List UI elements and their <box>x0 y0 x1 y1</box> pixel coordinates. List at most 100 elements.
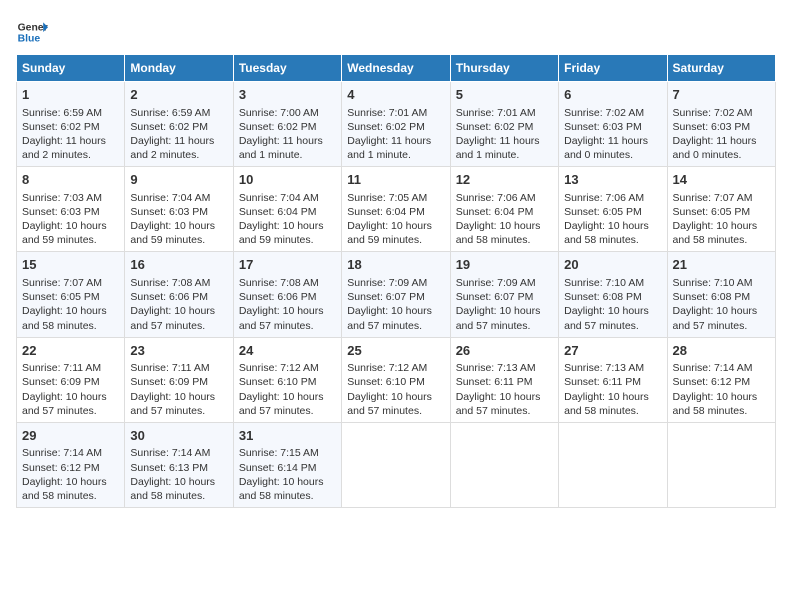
sunset: Sunset: 6:03 PM <box>673 121 751 133</box>
day-number: 15 <box>22 256 119 274</box>
week-row-2: 8Sunrise: 7:03 AMSunset: 6:03 PMDaylight… <box>17 167 776 252</box>
col-header-sunday: Sunday <box>17 55 125 82</box>
day-cell <box>450 422 558 507</box>
daylight-label: Daylight: 10 hours and 58 minutes. <box>239 476 324 502</box>
daylight-label: Daylight: 10 hours and 57 minutes. <box>239 305 324 331</box>
day-number: 25 <box>347 342 444 360</box>
sunset: Sunset: 6:02 PM <box>347 121 425 133</box>
day-number: 18 <box>347 256 444 274</box>
sunrise: Sunrise: 7:14 AM <box>130 447 210 459</box>
day-number: 5 <box>456 86 553 104</box>
col-header-monday: Monday <box>125 55 233 82</box>
daylight-label: Daylight: 10 hours and 58 minutes. <box>564 220 649 246</box>
day-cell: 27 Sunrise: 7:13 AM Sunset: 6:11 PM Dayligh… <box>559 337 667 422</box>
sunrise: Sunrise: 7:07 AM <box>673 192 753 204</box>
daylight-label: Daylight: 10 hours and 59 minutes. <box>347 220 432 246</box>
daylight-label: Daylight: 10 hours and 57 minutes. <box>456 391 541 417</box>
daylight-label: Daylight: 10 hours and 57 minutes. <box>239 391 324 417</box>
sunrise: Sunrise: 7:02 AM <box>564 107 644 119</box>
sunset: Sunset: 6:02 PM <box>239 121 317 133</box>
daylight-label: Daylight: 10 hours and 57 minutes. <box>22 391 107 417</box>
sunset: Sunset: 6:02 PM <box>130 121 208 133</box>
day-cell: 29Sunrise: 7:14 AMSunset: 6:12 PMDayligh… <box>17 422 125 507</box>
sunset: Sunset: 6:05 PM <box>22 291 100 303</box>
sunrise: Sunrise: 7:08 AM <box>130 277 210 289</box>
week-row-4: 22Sunrise: 7:11 AMSunset: 6:09 PMDayligh… <box>17 337 776 422</box>
sunrise: Sunrise: 7:10 AM <box>673 277 753 289</box>
sunrise: Sunrise: 7:12 AM <box>347 362 427 374</box>
sunrise: Sunrise: 7:00 AM <box>239 107 319 119</box>
logo-icon: General Blue <box>16 16 48 48</box>
day-cell: 21Sunrise: 7:10 AMSunset: 6:08 PMDayligh… <box>667 252 775 337</box>
day-cell: 16Sunrise: 7:08 AMSunset: 6:06 PMDayligh… <box>125 252 233 337</box>
day-cell: 19Sunrise: 7:09 AMSunset: 6:07 PMDayligh… <box>450 252 558 337</box>
sunrise: Sunrise: 7:09 AM <box>456 277 536 289</box>
sunrise: Sunrise: 7:13 AM <box>564 362 644 374</box>
col-header-tuesday: Tuesday <box>233 55 341 82</box>
day-number: 30 <box>130 427 227 445</box>
col-header-thursday: Thursday <box>450 55 558 82</box>
week-row-5: 29Sunrise: 7:14 AMSunset: 6:12 PMDayligh… <box>17 422 776 507</box>
header: General Blue <box>16 16 776 48</box>
sunset: Sunset: 6:05 PM <box>673 206 751 218</box>
sunset: Sunset: 6:03 PM <box>22 206 100 218</box>
logo: General Blue <box>16 16 48 48</box>
sunrise: Sunrise: 7:06 AM <box>564 192 644 204</box>
sunrise: Sunrise: 7:01 AM <box>347 107 427 119</box>
day-number: 8 <box>22 171 119 189</box>
day-cell: 26Sunrise: 7:13 AMSunset: 6:11 PMDayligh… <box>450 337 558 422</box>
day-number: 22 <box>22 342 119 360</box>
daylight-label: Daylight: 10 hours and 58 minutes. <box>456 220 541 246</box>
day-cell: 18Sunrise: 7:09 AMSunset: 6:07 PMDayligh… <box>342 252 450 337</box>
week-row-3: 15Sunrise: 7:07 AMSunset: 6:05 PMDayligh… <box>17 252 776 337</box>
daylight-label: Daylight: 10 hours and 58 minutes. <box>22 476 107 502</box>
sunrise: Sunrise: 6:59 AM <box>130 107 210 119</box>
day-number: 31 <box>239 427 336 445</box>
day-cell: 7 Sunrise: 7:02 AM Sunset: 6:03 PM Daylight… <box>667 82 775 167</box>
day-number: 16 <box>130 256 227 274</box>
day-cell: 17Sunrise: 7:08 AMSunset: 6:06 PMDayligh… <box>233 252 341 337</box>
sunrise: Sunrise: 7:13 AM <box>456 362 536 374</box>
sunset: Sunset: 6:04 PM <box>347 206 425 218</box>
day-number: 24 <box>239 342 336 360</box>
day-cell: 31Sunrise: 7:15 AMSunset: 6:14 PMDayligh… <box>233 422 341 507</box>
sunset: Sunset: 6:05 PM <box>564 206 642 218</box>
sunset: Sunset: 6:02 PM <box>456 121 534 133</box>
day-number: 1 <box>22 86 119 104</box>
sunrise: Sunrise: 7:05 AM <box>347 192 427 204</box>
sunset: Sunset: 6:10 PM <box>239 376 317 388</box>
sunset: Sunset: 6:11 PM <box>564 376 641 388</box>
daylight-label: Daylight: 10 hours and 58 minutes. <box>673 220 758 246</box>
daylight-label: Daylight: 10 hours and 57 minutes. <box>673 305 758 331</box>
day-cell: 25Sunrise: 7:12 AMSunset: 6:10 PMDayligh… <box>342 337 450 422</box>
sunset: Sunset: 6:08 PM <box>564 291 642 303</box>
day-cell: 5Sunrise: 7:01 AMSunset: 6:02 PMDaylight… <box>450 82 558 167</box>
sunrise: Sunrise: 7:12 AM <box>239 362 319 374</box>
daylight-label: Daylight: 11 hours and 0 minutes. <box>673 135 757 161</box>
day-number: 27 <box>564 342 661 360</box>
day-cell: 2Sunrise: 6:59 AMSunset: 6:02 PMDaylight… <box>125 82 233 167</box>
day-number: 10 <box>239 171 336 189</box>
sunset: Sunset: 6:12 PM <box>22 462 100 474</box>
day-cell <box>342 422 450 507</box>
calendar-table: SundayMondayTuesdayWednesdayThursdayFrid… <box>16 54 776 508</box>
day-number: 23 <box>130 342 227 360</box>
sunset: Sunset: 6:02 PM <box>22 121 100 133</box>
daylight-label: Daylight: 11 hours and 0 minutes. <box>564 135 648 161</box>
day-cell: 22Sunrise: 7:11 AMSunset: 6:09 PMDayligh… <box>17 337 125 422</box>
day-number: 19 <box>456 256 553 274</box>
sunset: Sunset: 6:09 PM <box>22 376 100 388</box>
sunset: Sunset: 6:03 PM <box>564 121 642 133</box>
day-cell: 14 Sunrise: 7:07 AM Sunset: 6:05 PM Dayligh… <box>667 167 775 252</box>
day-number: 7 <box>673 86 770 104</box>
day-number: 12 <box>456 171 553 189</box>
daylight-label: Daylight: 11 hours and 1 minute. <box>347 135 431 161</box>
daylight-label: Daylight: 10 hours and 57 minutes. <box>564 305 649 331</box>
daylight-label: Daylight: 10 hours and 59 minutes. <box>22 220 107 246</box>
sunrise: Sunrise: 7:01 AM <box>456 107 536 119</box>
sunrise: Sunrise: 7:14 AM <box>673 362 753 374</box>
daylight-label: Daylight: 10 hours and 58 minutes. <box>564 391 649 417</box>
week-row-1: 1 Sunrise: 6:59 AM Sunset: 6:02 PM Daylight… <box>17 82 776 167</box>
sunrise: Sunrise: 7:02 AM <box>673 107 753 119</box>
day-number: 14 <box>673 171 770 189</box>
